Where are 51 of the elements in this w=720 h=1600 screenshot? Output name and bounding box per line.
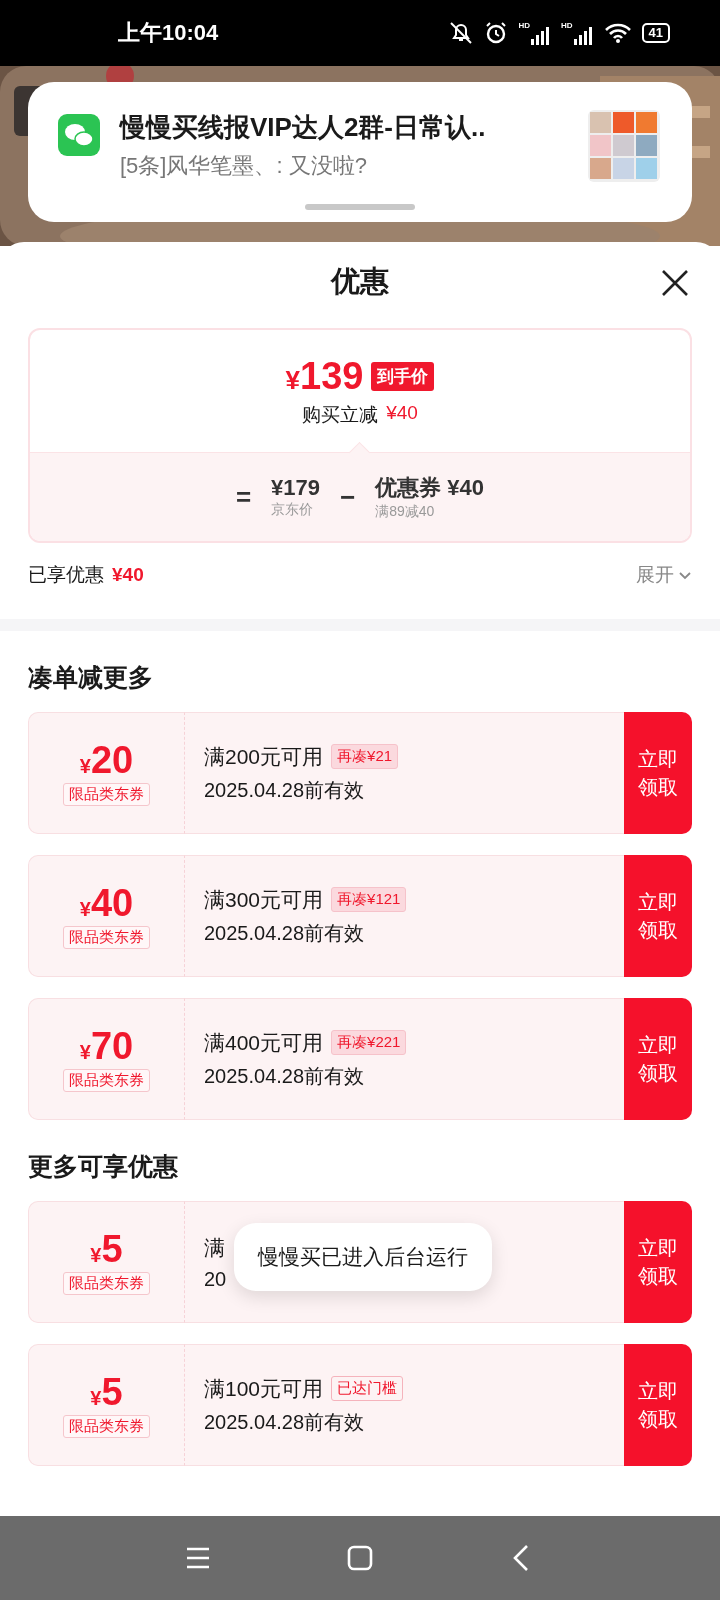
coupon-condition: 满: [204, 1234, 225, 1261]
coupon-amount: ¥20: [79, 740, 134, 779]
coupon-condition: 满300元可用: [204, 886, 324, 913]
section-title: 更多可享优惠: [28, 1152, 178, 1180]
claim-button[interactable]: 立即领取: [624, 712, 692, 834]
reduction-amount: ¥40: [386, 401, 418, 425]
claim-button[interactable]: 立即领取: [624, 998, 692, 1120]
coupon-condition: 满100元可用: [204, 1375, 324, 1402]
final-price-badge: 到手价: [371, 361, 435, 391]
coupon-scope-tag: 限品类东券: [63, 1068, 150, 1092]
toast-message: 慢慢买已进入后台运行: [234, 1223, 492, 1291]
coupon-rule: 满89减40: [375, 503, 436, 521]
original-price: ¥179: [271, 475, 321, 501]
coupon-scope-tag: 限品类东券: [63, 1271, 150, 1295]
original-price-label: 京东价: [271, 501, 315, 519]
coupon-amount: ¥5: [90, 1372, 123, 1411]
expand-button[interactable]: 展开: [636, 562, 692, 588]
coupon-validity: 2025.04.28前有效: [204, 777, 366, 803]
coupon-status-tag: 已达门槛: [331, 1376, 404, 1401]
coupon-validity: 2025.04.28前有效: [204, 920, 366, 946]
wifi-icon: [603, 22, 632, 44]
claim-button[interactable]: 立即领取: [624, 855, 692, 977]
coupon-scope-tag: 限品类东券: [63, 925, 150, 949]
battery-level: 41: [641, 23, 670, 43]
section-title: 凑单减更多: [28, 663, 153, 691]
coupon-amount: ¥40: [79, 883, 134, 922]
coupon-validity: 20: [204, 1267, 228, 1291]
coupon-status-tag: 再凑¥221: [331, 1030, 407, 1055]
close-icon[interactable]: [660, 268, 690, 298]
claim-button[interactable]: 立即领取: [624, 1201, 692, 1323]
coupon-amount: ¥5: [90, 1229, 123, 1268]
final-price: ¥139: [285, 354, 364, 398]
coupon-validity: 2025.04.28前有效: [204, 1409, 366, 1435]
equals-sign: =: [235, 481, 252, 513]
coupon-condition: 满200元可用: [204, 743, 324, 770]
coupon-amount: ¥70: [79, 1026, 134, 1065]
minus-sign: −: [340, 481, 356, 513]
coupon-status-tag: 再凑¥121: [331, 887, 407, 912]
chevron-icon: [678, 570, 692, 580]
coupon-scope-tag: 限品类东券: [63, 782, 150, 806]
claim-button[interactable]: 立即领取: [624, 1344, 692, 1466]
enjoyed-label: 已享优惠: [28, 563, 104, 587]
coupon-condition: 满400元可用: [204, 1029, 324, 1056]
coupon-validity: 2025.04.28前有效: [204, 1063, 366, 1089]
coupon-status-tag: 再凑¥21: [331, 744, 399, 769]
status-time: 上午10:04: [118, 19, 219, 47]
enjoyed-amount: ¥40: [112, 564, 144, 586]
sheet-title: 优惠: [331, 264, 389, 299]
reduction-label: 购买立减: [302, 402, 379, 427]
coupon-discount: 优惠券 ¥40: [375, 474, 485, 502]
coupon-scope-tag: 限品类东券: [63, 1414, 150, 1438]
